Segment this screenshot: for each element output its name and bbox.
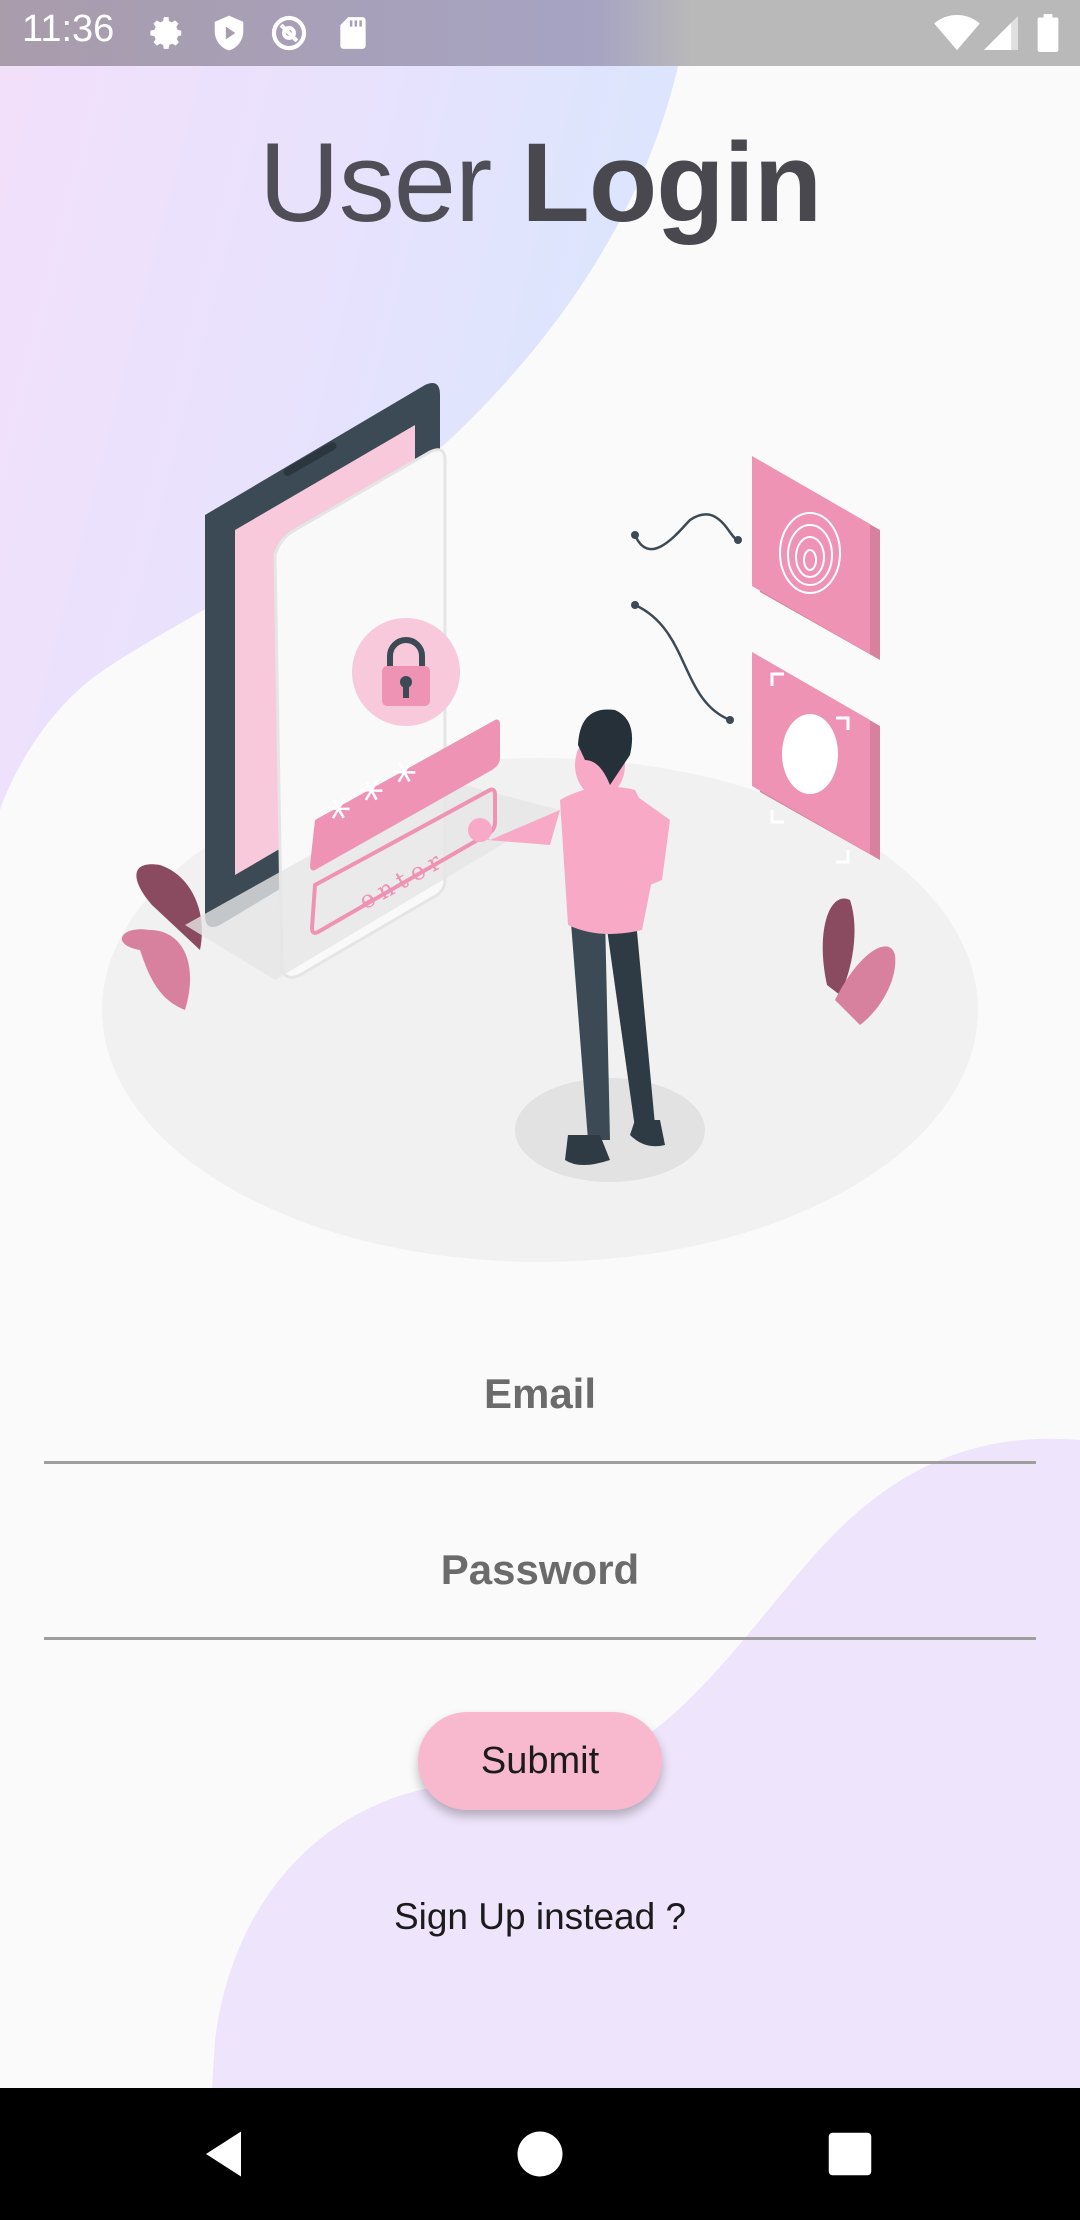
gear-icon: [150, 17, 182, 49]
login-illustration: * * * enter: [102, 382, 978, 1262]
page-title: User Login: [0, 118, 1080, 247]
home-icon[interactable]: [510, 2124, 570, 2184]
recents-icon[interactable]: [820, 2124, 880, 2184]
status-time: 11:36: [22, 8, 115, 50]
person-floor-shadow: [515, 1078, 705, 1182]
at-sign-icon: [271, 15, 307, 51]
password-underline: [44, 1637, 1036, 1640]
fingerprint-card: [752, 456, 880, 660]
password-input[interactable]: Password: [0, 1546, 1080, 1594]
status-bar: 11:36: [0, 0, 1080, 66]
submit-button[interactable]: Submit: [418, 1712, 662, 1810]
wifi-icon: [934, 14, 980, 51]
shield-play-icon: [214, 15, 244, 51]
email-input[interactable]: Email: [0, 1370, 1080, 1418]
signup-link[interactable]: Sign Up instead ?: [0, 1896, 1080, 1938]
sd-card-icon: [340, 17, 366, 49]
title-login: Login: [521, 120, 822, 245]
email-underline: [44, 1461, 1036, 1464]
navigation-bar: [0, 2088, 1080, 2220]
battery-icon: [1037, 14, 1059, 52]
title-user: User: [258, 120, 492, 245]
signal-icon: [984, 16, 1018, 50]
back-icon[interactable]: [196, 2124, 256, 2184]
